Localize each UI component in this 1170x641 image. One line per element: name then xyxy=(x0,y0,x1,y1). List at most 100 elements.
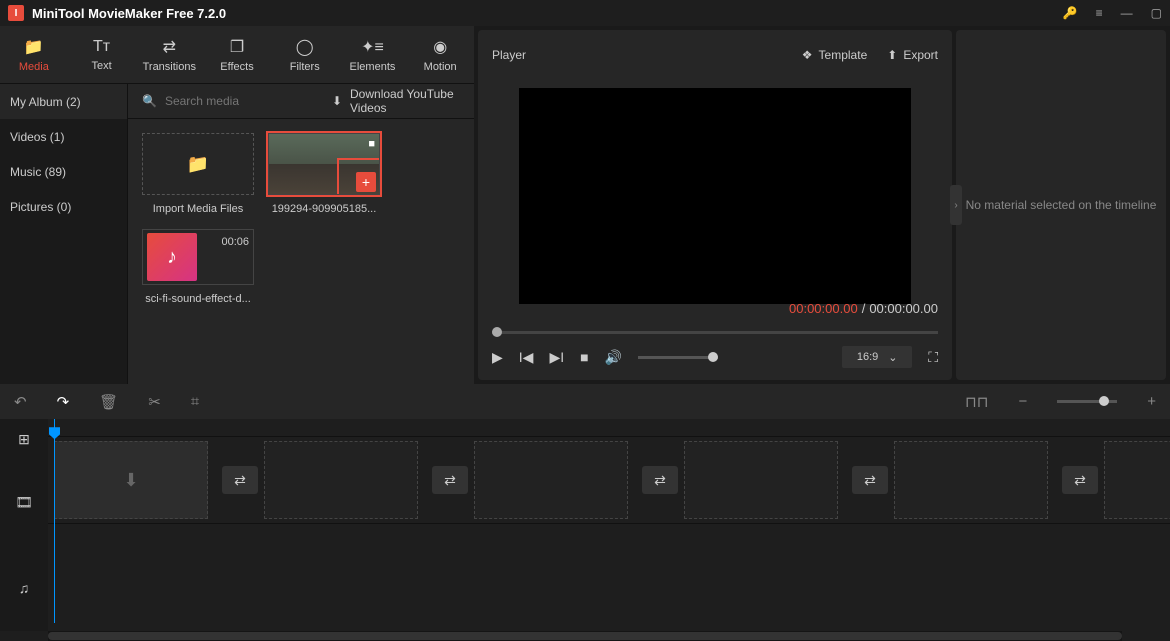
download-youtube-link[interactable]: ⬇ Download YouTube Videos xyxy=(332,87,460,115)
timeline-fit-icon[interactable]: ⊓⊓ xyxy=(965,393,988,411)
drop-here-icon: ⬇ xyxy=(123,470,138,491)
delete-button[interactable]: 🗑 xyxy=(99,393,118,411)
tab-filters[interactable]: ◯Filters xyxy=(271,26,339,83)
timeline-panel: ↶ ↷ 🗑 ✂ ⌗ ⊓⊓ − + ⊞ 🎞 ♫ ⬇ ⇄ ⇄ ⇄ ⇄ xyxy=(0,384,1170,641)
transition-slot[interactable]: ⇄ xyxy=(432,466,468,494)
scrollbar-thumb[interactable] xyxy=(48,632,1122,640)
player-panel: Player ❖Template ⬆Export 00:00:00.00 / 0… xyxy=(478,30,952,380)
play-button[interactable]: ▶ xyxy=(492,349,503,366)
search-icon: 🔍 xyxy=(142,94,157,108)
media-toolbar: 🔍 ⬇ Download YouTube Videos xyxy=(128,84,474,119)
transition-slot[interactable]: ⇄ xyxy=(642,466,678,494)
tab-label: Elements xyxy=(350,61,396,73)
timeline-tracks[interactable]: ⬇ ⇄ ⇄ ⇄ ⇄ ⇄ xyxy=(48,419,1170,631)
clip-slot[interactable] xyxy=(684,441,838,519)
video-track[interactable]: ⬇ ⇄ ⇄ ⇄ ⇄ ⇄ xyxy=(48,437,1170,523)
motion-icon: ◉ xyxy=(433,37,447,57)
music-note-icon: ♪ xyxy=(147,233,197,281)
import-label: Import Media Files xyxy=(153,203,243,215)
next-frame-button[interactable]: ▶I xyxy=(549,349,564,366)
audio-track-icon: ♫ xyxy=(0,545,48,631)
chevron-down-icon: ⌄ xyxy=(888,351,897,364)
clip-slot[interactable] xyxy=(894,441,1048,519)
clip-slot[interactable]: ⬇ xyxy=(54,441,208,519)
stop-button[interactable]: ■ xyxy=(580,349,588,365)
volume-slider[interactable] xyxy=(638,356,718,359)
sidebar-item-videos[interactable]: Videos (1) xyxy=(0,119,127,154)
preview-viewport xyxy=(492,72,938,319)
tab-text[interactable]: TᴛText xyxy=(68,26,136,83)
timeline-horizontal-scrollbar[interactable] xyxy=(48,631,1122,641)
tab-label: Motion xyxy=(424,61,457,73)
zoom-in-button[interactable]: + xyxy=(1147,393,1156,410)
tab-media[interactable]: 📁Media xyxy=(0,26,68,83)
media-sidebar: My Album (2) Videos (1) Music (89) Pictu… xyxy=(0,84,128,384)
zoom-handle[interactable] xyxy=(1099,396,1109,406)
import-media-card[interactable]: 📁 Import Media Files xyxy=(142,133,254,215)
time-total: 00:00:00.00 xyxy=(869,301,938,316)
app-title: MiniTool MovieMaker Free 7.2.0 xyxy=(32,6,226,21)
volume-icon[interactable]: 🔊 xyxy=(605,349,622,366)
text-icon: Tᴛ xyxy=(93,38,110,56)
app-logo-icon: I xyxy=(8,5,24,21)
media-grid: 📁 Import Media Files ■ + 199294-90990518… xyxy=(128,119,474,319)
inspector-empty-message: No material selected on the timeline xyxy=(958,198,1165,212)
scrub-bar[interactable] xyxy=(492,322,938,342)
panel-collapse-handle[interactable]: › xyxy=(950,185,962,225)
maximize-icon[interactable]: ▢ xyxy=(1151,6,1162,20)
template-button[interactable]: ❖Template xyxy=(802,48,867,62)
sidebar-item-music[interactable]: Music (89) xyxy=(0,154,127,189)
export-icon: ⬆ xyxy=(887,48,897,62)
audio-track[interactable] xyxy=(48,523,1170,593)
elements-icon: ✦≡ xyxy=(361,37,384,57)
key-icon[interactable]: 🔑 xyxy=(1063,6,1078,20)
search-input[interactable] xyxy=(165,94,320,108)
export-button[interactable]: ⬆Export xyxy=(887,48,938,62)
redo-button[interactable]: ↷ xyxy=(57,393,70,411)
preview-screen xyxy=(519,88,911,304)
zoom-out-button[interactable]: − xyxy=(1018,393,1027,410)
transition-slot[interactable]: ⇄ xyxy=(852,466,888,494)
clip-slot[interactable] xyxy=(474,441,628,519)
timeline-ruler[interactable] xyxy=(48,419,1170,437)
hamburger-menu-icon[interactable]: ≡ xyxy=(1096,6,1103,20)
volume-handle[interactable] xyxy=(708,352,718,362)
tab-transitions[interactable]: ⇄ Transitions xyxy=(135,26,203,83)
timeline-toolbar: ↶ ↷ 🗑 ✂ ⌗ ⊓⊓ − + xyxy=(0,384,1170,419)
zoom-slider[interactable] xyxy=(1057,400,1117,403)
main-tabs: 📁Media TᴛText ⇄ Transitions ❐Effects ◯Fil… xyxy=(0,26,474,84)
minimize-icon[interactable]: — xyxy=(1121,6,1133,20)
clip-slot[interactable] xyxy=(1104,441,1170,519)
add-to-timeline-button[interactable]: + xyxy=(356,172,376,192)
add-track-button[interactable]: ⊞ xyxy=(0,419,48,459)
titlebar: I MiniTool MovieMaker Free 7.2.0 🔑 ≡ — ▢ xyxy=(0,0,1170,26)
folder-icon: 📁 xyxy=(24,37,44,57)
timeline-gutter: ⊞ 🎞 ♫ xyxy=(0,419,48,631)
clip-slot[interactable] xyxy=(264,441,418,519)
transition-slot[interactable]: ⇄ xyxy=(1062,466,1098,494)
split-button[interactable]: ✂ xyxy=(148,393,161,411)
effects-icon: ❐ xyxy=(230,37,244,57)
sidebar-item-pictures[interactable]: Pictures (0) xyxy=(0,189,127,224)
sidebar-item-my-album[interactable]: My Album (2) xyxy=(0,84,127,119)
tab-motion[interactable]: ◉ Motion xyxy=(406,26,474,83)
media-item-video[interactable]: ■ + 199294-909905185... xyxy=(268,133,380,215)
time-separator: / xyxy=(862,301,866,316)
add-to-timeline-highlight: + xyxy=(337,158,380,195)
prev-frame-button[interactable]: I◀ xyxy=(519,349,534,366)
tab-elements[interactable]: ✦≡ Elements xyxy=(339,26,407,83)
undo-button[interactable]: ↶ xyxy=(14,393,27,411)
transitions-icon: ⇄ xyxy=(163,37,176,57)
scrub-handle[interactable] xyxy=(492,327,502,337)
playhead[interactable] xyxy=(54,419,55,623)
transition-slot[interactable]: ⇄ xyxy=(222,466,258,494)
fullscreen-icon[interactable]: ⛶ xyxy=(928,349,938,366)
crop-button[interactable]: ⌗ xyxy=(191,393,199,410)
camcorder-icon: ■ xyxy=(368,138,375,150)
media-item-audio[interactable]: ♪ 00:06 sci-fi-sound-effect-d... xyxy=(142,229,254,305)
tab-effects[interactable]: ❐Effects xyxy=(203,26,271,83)
filters-icon: ◯ xyxy=(296,37,314,57)
tab-label: Transitions xyxy=(143,61,196,73)
video-track-icon: 🎞 xyxy=(0,459,48,545)
aspect-ratio-select[interactable]: 16:9⌄ xyxy=(842,346,912,368)
